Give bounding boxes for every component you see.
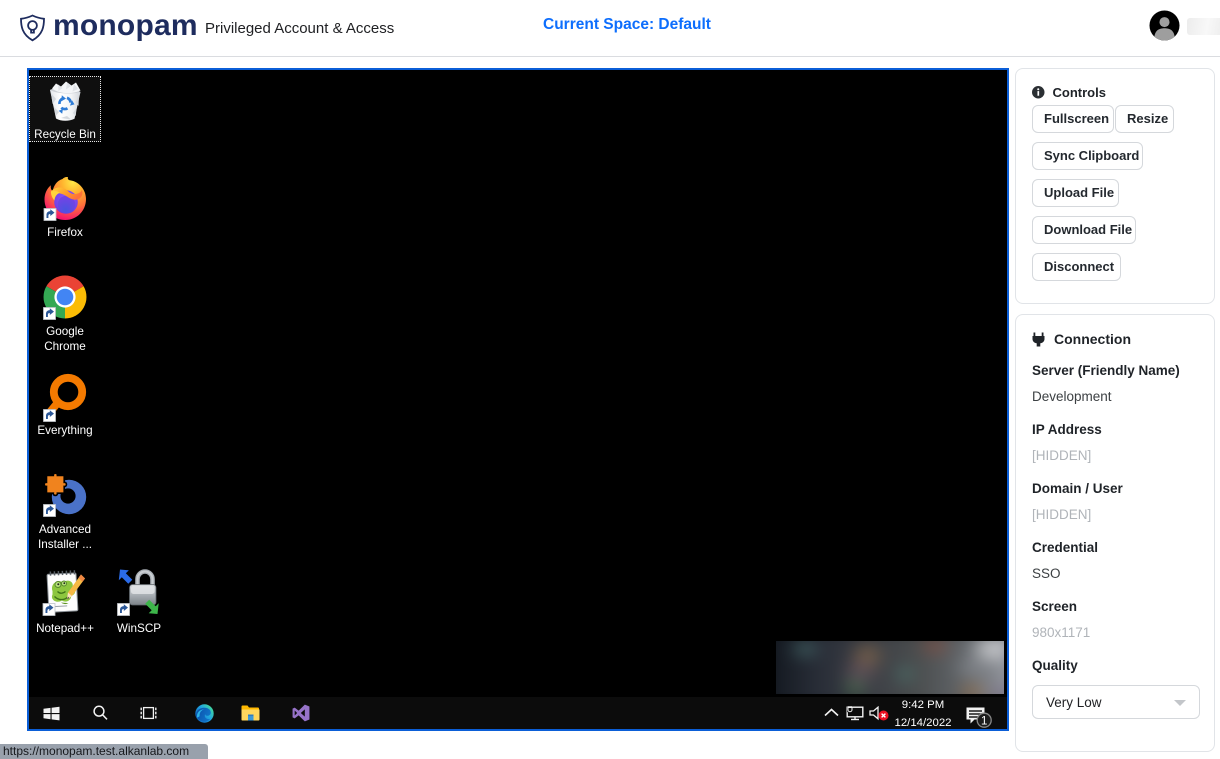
- svg-text:1: 1: [981, 715, 987, 727]
